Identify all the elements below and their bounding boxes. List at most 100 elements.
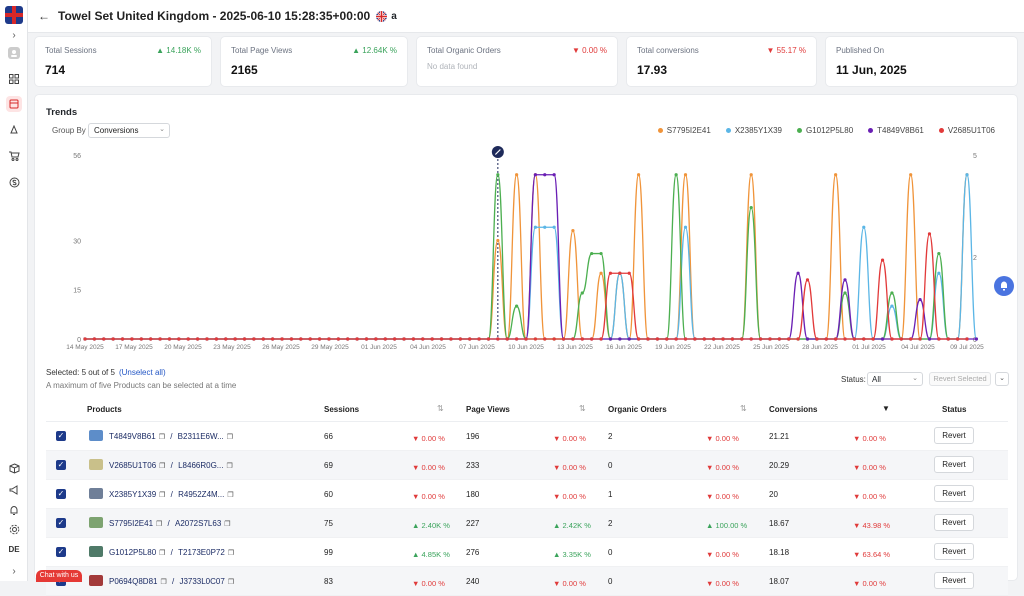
- data-point: [130, 337, 134, 341]
- data-point: [693, 337, 697, 341]
- sidebar: › DE ›: [0, 0, 28, 581]
- data-point: [158, 337, 162, 341]
- package-icon[interactable]: [6, 460, 22, 476]
- product-asin-link[interactable]: P0694Q8D81: [109, 577, 157, 586]
- user-icon[interactable]: [6, 45, 22, 61]
- data-point: [843, 278, 847, 282]
- x-tick-label: 16 Jun 2025: [606, 344, 642, 351]
- page-views-value: 227: [466, 519, 480, 528]
- brand-logo[interactable]: [5, 6, 23, 24]
- expand-chevron-icon[interactable]: ›: [6, 563, 22, 579]
- copy-icon[interactable]: ❐: [228, 550, 234, 557]
- sessions-change: ▲ 2.40K %: [412, 521, 450, 530]
- product-sku-link[interactable]: R4952Z4M...: [178, 490, 224, 499]
- revert-selected-button[interactable]: Revert Selected: [929, 372, 991, 386]
- product-asin-link[interactable]: T4849V8B61: [109, 432, 156, 441]
- product-identifiers: S7795I2E41 ❐ / A2072S7L63 ❐: [109, 519, 231, 528]
- page-views-change: ▲ 3.35K %: [553, 550, 591, 559]
- x-tick-label: 13 Jun 2025: [557, 344, 593, 351]
- table-header: Products Sessions ⇅ Page Views ⇅ Organic…: [46, 396, 1008, 422]
- unselect-all-link[interactable]: (Unselect all): [119, 368, 166, 377]
- copy-icon[interactable]: ❐: [160, 579, 166, 586]
- data-point: [533, 337, 537, 341]
- grid-icon[interactable]: [6, 71, 22, 87]
- notification-bell-button[interactable]: [994, 276, 1014, 296]
- data-point: [552, 337, 556, 341]
- product-sku-link[interactable]: J3733L0C07: [179, 577, 224, 586]
- kpi-value: 714: [45, 63, 66, 77]
- revert-button[interactable]: Revert: [934, 543, 974, 560]
- dollar-icon[interactable]: [6, 174, 22, 190]
- data-point: [252, 337, 256, 341]
- revert-button[interactable]: Revert: [934, 456, 974, 473]
- data-point: [299, 337, 303, 341]
- conversions-value: 18.07: [769, 577, 790, 586]
- row-checkbox[interactable]: ✓: [56, 547, 66, 557]
- gear-icon[interactable]: [6, 521, 22, 537]
- cart-icon[interactable]: [6, 148, 22, 164]
- revert-button[interactable]: Revert: [934, 485, 974, 502]
- row-checkbox[interactable]: ✓: [56, 489, 66, 499]
- data-point: [580, 337, 584, 341]
- kpi-value: 11 Jun, 2025: [836, 63, 907, 77]
- copy-icon[interactable]: ❐: [224, 521, 230, 528]
- product-sku-link[interactable]: B2311E6W...: [178, 432, 224, 441]
- row-checkbox[interactable]: ✓: [56, 518, 66, 528]
- sort-icon[interactable]: ⇅: [740, 404, 747, 413]
- sort-icon[interactable]: ⇅: [579, 404, 586, 413]
- product-asin-link[interactable]: S7795I2E41: [109, 519, 153, 528]
- product-asin-link[interactable]: V2685U1T06: [109, 461, 156, 470]
- row-checkbox[interactable]: ✓: [56, 431, 66, 441]
- x-tick-label: 22 Jun 2025: [704, 344, 740, 351]
- data-point: [271, 337, 275, 341]
- product-sku-link[interactable]: A2072S7L63: [175, 519, 221, 528]
- copy-icon[interactable]: ❐: [159, 492, 165, 499]
- copy-icon[interactable]: ❐: [227, 434, 233, 441]
- copy-icon[interactable]: ❐: [226, 463, 232, 470]
- product-asin-link[interactable]: X2385Y1X39: [109, 490, 156, 499]
- data-point: [721, 337, 725, 341]
- back-arrow-icon[interactable]: ←: [38, 9, 50, 23]
- sort-icon[interactable]: ⇅: [437, 404, 444, 413]
- data-point: [852, 337, 857, 341]
- sessions-value: 83: [324, 577, 333, 586]
- data-point: [974, 337, 978, 341]
- data-point: [439, 337, 444, 341]
- revert-button[interactable]: Revert: [934, 427, 974, 444]
- sessions-change: ▼ 0.00 %: [412, 434, 445, 443]
- region-label[interactable]: DE: [4, 545, 24, 554]
- copy-icon[interactable]: ❐: [156, 521, 162, 528]
- product-asin-link[interactable]: G1012P5L80: [109, 548, 156, 557]
- data-point: [805, 278, 810, 282]
- copy-icon[interactable]: ❐: [228, 579, 234, 586]
- megaphone-icon[interactable]: [6, 482, 22, 498]
- product-sku-link[interactable]: T2173E0P72: [178, 548, 225, 557]
- data-point: [102, 337, 106, 341]
- x-tick-label: 25 Jun 2025: [753, 344, 789, 351]
- copy-icon[interactable]: ❐: [159, 434, 165, 441]
- conversions-change: ▼ 63.64 %: [853, 550, 891, 559]
- conversions-value: 20: [769, 490, 778, 499]
- kpi-card-sessions: Total Sessions 714 ▲ 14.18K %: [34, 36, 212, 87]
- copy-icon[interactable]: ❐: [159, 550, 165, 557]
- sort-desc-icon[interactable]: ▼: [882, 404, 890, 413]
- bell-icon[interactable]: [6, 502, 22, 518]
- rocket-icon[interactable]: [6, 122, 22, 138]
- more-options-button[interactable]: ⌄: [995, 372, 1009, 386]
- expand-chevron-icon[interactable]: ›: [6, 27, 22, 43]
- data-point: [308, 337, 312, 341]
- box-icon[interactable]: [6, 96, 22, 112]
- sessions-value: 99: [324, 548, 333, 557]
- copy-icon[interactable]: ❐: [159, 463, 165, 470]
- product-sku-link[interactable]: L8466R0G...: [178, 461, 223, 470]
- data-point: [880, 337, 885, 341]
- organic-orders-value: 1: [608, 490, 613, 499]
- revert-button[interactable]: Revert: [934, 514, 974, 531]
- data-point: [683, 173, 688, 177]
- data-point: [421, 337, 425, 341]
- chat-with-us-button[interactable]: Chat with us: [36, 570, 82, 582]
- data-point: [458, 337, 462, 341]
- status-filter-select[interactable]: All ⌄: [867, 372, 923, 386]
- copy-icon[interactable]: ❐: [227, 492, 233, 499]
- row-checkbox[interactable]: ✓: [56, 460, 66, 470]
